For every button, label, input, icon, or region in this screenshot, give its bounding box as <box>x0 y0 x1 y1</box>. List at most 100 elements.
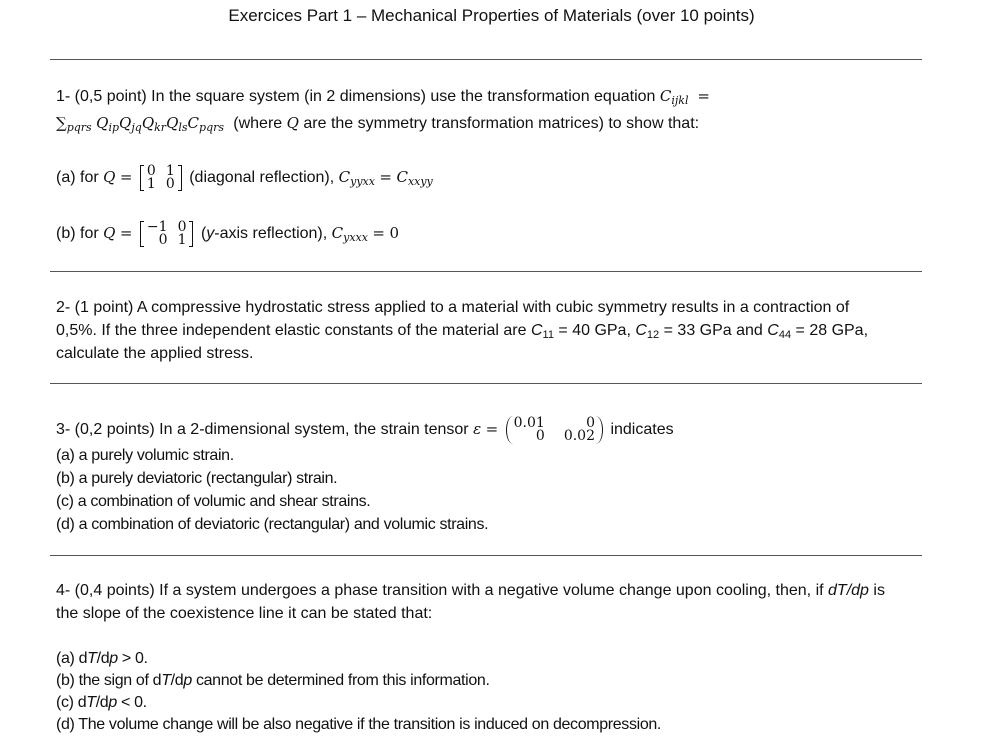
subscript: 44 <box>778 329 792 341</box>
product-symbol: Q <box>166 114 179 132</box>
q1-line-1: 1- (0,5 point) In the square system (in … <box>56 86 710 111</box>
q1-part-b: (b) for Q = −1 0 01 (y-axis reflection), … <box>56 220 399 251</box>
product-subscript: kr <box>154 121 167 134</box>
rhs: Cxxyy <box>396 168 433 188</box>
text: 0,5%. If the three independent elastic c… <box>56 322 527 339</box>
q3-option-a[interactable]: (a) a purely volumic strain. <box>56 446 234 466</box>
var-t: T <box>161 672 171 689</box>
q4-line-2: the slope of the coexistence line it can… <box>56 605 433 622</box>
equals-sign: = <box>485 420 499 438</box>
lhs: Cyyxx <box>338 168 375 188</box>
text: (where <box>233 115 283 132</box>
dt-dp-variable: dT/dp <box>828 582 869 599</box>
q1-eq-lhs: Cijkl <box>659 87 689 107</box>
symbol: C <box>767 322 779 339</box>
q3-option-b[interactable]: (b) a purely deviatoric (rectangular) st… <box>56 469 338 489</box>
var-t: T <box>86 694 96 711</box>
symbol: C <box>331 224 344 242</box>
text: (c) d <box>56 694 87 711</box>
q-symbol: Q <box>286 114 299 132</box>
text: is <box>873 582 885 599</box>
constant-c44: C44 = 28 GPa, <box>767 322 869 341</box>
strain-tensor-matrix: 0.01 0 0 0.02 <box>505 415 603 444</box>
subscript: yyxx <box>350 175 375 188</box>
part-a-label: (a) for <box>56 169 99 186</box>
product-symbol: C <box>187 114 200 132</box>
equals-sign: = <box>372 224 385 242</box>
text: cannot be determined from this informati… <box>191 672 490 689</box>
matrix-cell: 0 <box>165 175 175 192</box>
q-symbol: Q <box>103 168 116 186</box>
q3-option-c[interactable]: (c) a combination of volumic and shear s… <box>56 492 371 512</box>
subscript: xxyy <box>407 175 433 188</box>
divider <box>50 383 922 384</box>
text: < 0. <box>116 694 147 711</box>
document-title: Exercices Part 1 – Mechanical Properties… <box>228 6 755 25</box>
matrix-cell: 0 <box>535 427 545 444</box>
text: /d <box>96 650 110 667</box>
text: (b) the sign of d <box>56 672 162 689</box>
text: /d <box>170 672 184 689</box>
product-subscript: ip <box>108 121 120 134</box>
product-subscript: pqrs <box>199 121 225 134</box>
q2-line-3: calculate the applied stress. <box>56 345 254 362</box>
q2-line-1: 2- (1 point) A compressive hydrostatic s… <box>56 299 850 316</box>
var-p: p <box>108 694 117 711</box>
q4-option-c[interactable]: (c) dT/dp < 0. <box>56 693 147 713</box>
symbol: C <box>396 168 408 186</box>
constant-c11: C11 = 40 GPa, <box>530 322 631 341</box>
equals-sign: = <box>119 168 133 186</box>
product-subscript: jq <box>131 121 142 134</box>
matrix-cell: 1 <box>146 175 156 192</box>
q4-option-d[interactable]: (d) The volume change will be also negat… <box>56 715 661 735</box>
product-symbol: Q <box>141 114 155 132</box>
divider <box>50 555 922 556</box>
reflection-description: (diagonal reflection), <box>189 169 335 186</box>
value: = 28 GPa, <box>795 322 869 339</box>
value: = 40 GPa, <box>558 322 631 339</box>
matrix-cell: −1 <box>146 218 168 235</box>
text: 4- (0,4 points) If a system undergoes a … <box>56 582 824 599</box>
q3-option-d[interactable]: (d) a combination of deviatoric (rectang… <box>56 515 489 535</box>
q1-line-2: ∑pqrs QipQjqQkrQlsCpqrs (where Q are the… <box>56 113 699 138</box>
text: -axis reflection), <box>214 225 328 242</box>
text: are the symmetry transformation matrices… <box>303 115 700 132</box>
sum-symbol: ∑ <box>56 114 67 132</box>
q1-stem-text: 1- (0,5 point) In the square system (in … <box>56 88 656 105</box>
subscript: 11 <box>542 329 554 341</box>
divider <box>50 271 922 272</box>
text: indicates <box>610 421 674 438</box>
equals-sign: = <box>119 224 133 242</box>
q4-option-a[interactable]: (a) dT/dp > 0. <box>56 649 148 669</box>
matrix-diagonal-reflection: 01 10 <box>139 164 182 192</box>
text: (d) The volume change will be also negat… <box>56 716 662 733</box>
q4-option-b[interactable]: (b) the sign of dT/dp cannot be determin… <box>56 671 490 691</box>
sum-subscript: pqrs <box>66 121 92 134</box>
symbol: C <box>659 87 672 105</box>
var-t: T <box>87 650 97 667</box>
constant-c12: C12 = 33 GPa and <box>635 322 763 341</box>
q3-stem: 3- (0,2 points) In a 2-dimensional syste… <box>56 414 674 445</box>
equals-sign: = <box>379 168 392 186</box>
subscript: ijkl <box>671 94 689 107</box>
matrix-y-axis-reflection: −1 0 01 <box>139 218 194 248</box>
product-symbol: Q <box>96 114 109 132</box>
epsilon-symbol: ε <box>473 420 482 438</box>
symbol: C <box>530 322 543 339</box>
var-p: p <box>183 672 192 689</box>
lhs: Cyxxx <box>331 224 368 244</box>
matrix-cell: 0 <box>158 231 168 248</box>
product-symbol: Q <box>119 114 132 132</box>
text: 3- (0,2 points) In a 2-dimensional syste… <box>56 421 469 438</box>
text: > 0. <box>117 650 148 667</box>
subscript: 12 <box>646 329 660 341</box>
q-symbol: Q <box>103 224 116 242</box>
part-b-label: (b) for <box>56 225 99 242</box>
subscript: yxxx <box>343 231 368 244</box>
q2-line-2: 0,5%. If the three independent elastic c… <box>56 321 868 345</box>
symbol: C <box>338 168 351 186</box>
matrix-cell: 0.02 <box>563 427 595 444</box>
value: = 33 GPa and <box>663 322 763 339</box>
q1-part-a: (a) for Q = 01 10 (diagonal reflection),… <box>56 164 433 195</box>
text: (a) d <box>56 650 88 667</box>
